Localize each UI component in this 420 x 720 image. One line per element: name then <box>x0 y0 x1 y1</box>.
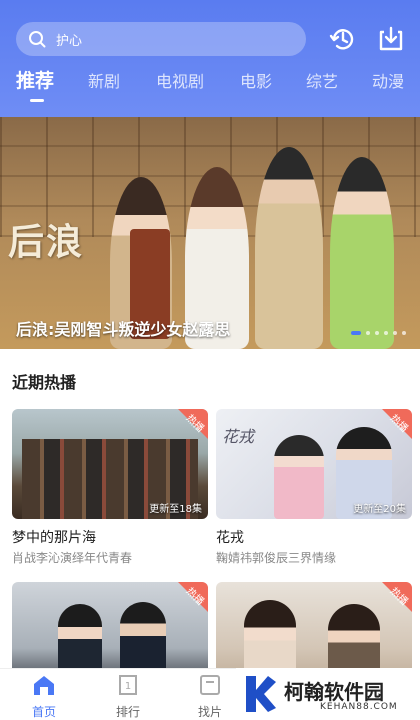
episode-label: 更新至18集 <box>149 504 202 515</box>
video-title: 花戎 <box>216 530 244 546</box>
tab-anime[interactable]: 动漫 <box>372 68 404 92</box>
hot-badge: 热播 <box>382 409 412 439</box>
video-card[interactable]: 热播 更新至18集 梦中的那片海 肖战李沁演绎年代青春 <box>12 409 208 569</box>
active-tab-indicator <box>30 99 44 102</box>
banner-figure <box>255 147 323 349</box>
video-card[interactable]: 热播 <box>216 582 412 692</box>
search-placeholder: 护心 <box>56 33 83 49</box>
video-card[interactable]: 花戎 热播 更新至20集 花戎 鞠婧祎郭俊辰三界情缘 <box>216 409 412 569</box>
download-icon[interactable] <box>376 24 406 54</box>
tab-recommend[interactable]: 推荐 <box>16 66 54 93</box>
video-title: 梦中的那片海 <box>12 530 96 546</box>
category-tabs: 推荐 新剧 电视剧 电影 综艺 动漫 <box>0 68 420 104</box>
watermark-url: KEHAN88.COM <box>320 702 398 712</box>
poster-art-title: 花戎 <box>222 427 255 446</box>
tab-tv-series[interactable]: 电视剧 <box>156 68 204 92</box>
nav-find-label: 找片 <box>197 705 222 719</box>
nav-ranking[interactable]: 1 排行 <box>98 673 158 720</box>
watermark: 柯翰软件园 KEHAN88.COM <box>236 668 420 720</box>
ranking-icon: 1 <box>119 675 137 695</box>
banner-figure <box>330 157 394 349</box>
carousel-indicator <box>351 331 406 335</box>
tab-variety[interactable]: 综艺 <box>306 68 338 92</box>
hot-badge: 热播 <box>178 409 208 439</box>
video-subtitle: 肖战李沁演绎年代青春 <box>12 551 133 565</box>
video-card[interactable]: 热播 <box>12 582 208 692</box>
hero-banner[interactable]: 后浪 后浪:吴刚智斗叛逆少女赵露思 <box>0 117 420 349</box>
video-poster[interactable]: 热播 更新至18集 <box>12 409 208 519</box>
tab-new-drama[interactable]: 新剧 <box>88 68 120 92</box>
nav-home-label: 首页 <box>31 705 56 719</box>
hot-badge: 热播 <box>178 582 208 612</box>
watermark-logo-icon <box>246 676 276 712</box>
search-icon <box>29 31 46 48</box>
home-icon <box>34 676 54 695</box>
episode-label: 更新至20集 <box>353 504 406 515</box>
nav-ranking-label: 排行 <box>115 705 140 719</box>
search-bar[interactable]: 护心 <box>16 22 306 56</box>
banner-caption: 后浪:吴刚智斗叛逆少女赵露思 <box>16 320 231 339</box>
find-icon <box>200 675 220 695</box>
video-subtitle: 鞠婧祎郭俊辰三界情缘 <box>216 551 337 565</box>
carousel-dot[interactable] <box>402 331 406 335</box>
hot-badge: 热播 <box>382 582 412 612</box>
banner-title-art: 后浪 <box>8 221 85 263</box>
carousel-dot[interactable] <box>384 331 388 335</box>
tab-movie[interactable]: 电影 <box>240 68 272 92</box>
nav-home[interactable]: 首页 <box>14 673 74 720</box>
video-poster[interactable]: 花戎 热播 更新至20集 <box>216 409 412 519</box>
section-title: 近期热播 <box>12 373 77 392</box>
watermark-text: 柯翰软件园 <box>284 680 384 704</box>
carousel-dot[interactable] <box>366 331 370 335</box>
poster-figure <box>274 435 324 519</box>
history-icon[interactable] <box>328 24 358 54</box>
carousel-dot[interactable] <box>375 331 379 335</box>
header-bar: 护心 推荐 新剧 电视剧 电影 综艺 动漫 <box>0 0 420 117</box>
carousel-dot[interactable] <box>393 331 397 335</box>
nav-find[interactable]: 找片 <box>180 673 240 720</box>
carousel-dot[interactable] <box>351 331 361 335</box>
svg-text:1: 1 <box>125 681 131 692</box>
